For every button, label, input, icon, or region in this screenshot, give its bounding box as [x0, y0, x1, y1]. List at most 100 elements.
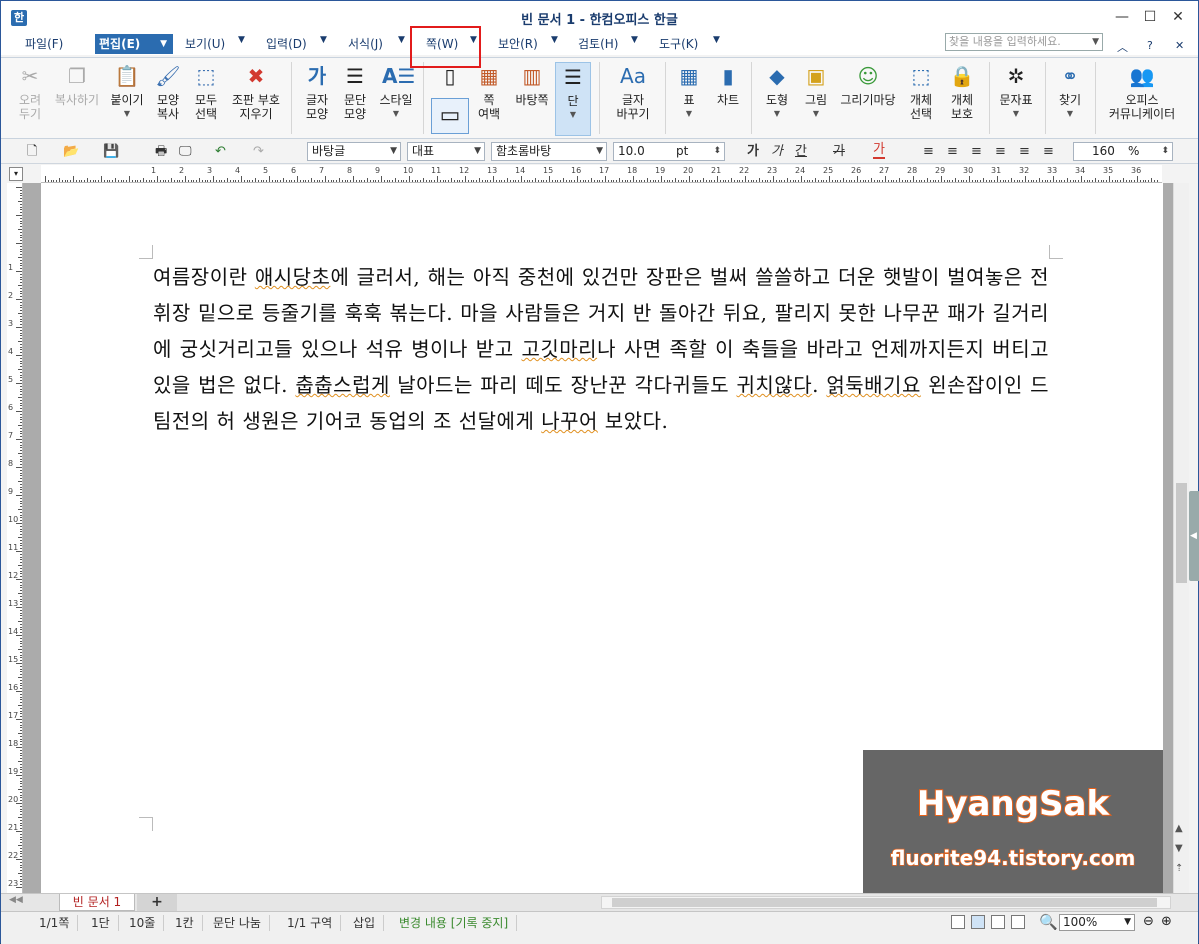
ruler-tick: [840, 180, 842, 182]
paste-button[interactable]: 📋 붙이기 ▼: [107, 62, 147, 121]
ruler-tick: [207, 180, 209, 182]
italic-button[interactable]: 가: [771, 143, 783, 161]
strike-button[interactable]: 가: [833, 143, 845, 161]
align-center-icon[interactable]: ≡: [971, 143, 982, 161]
chevron-down-icon[interactable]: ▼: [631, 35, 638, 45]
draw-mart-button[interactable]: ☺ 그리기마당: [837, 62, 899, 107]
ruler-tick: [190, 180, 192, 182]
view-mode-icon[interactable]: [951, 915, 965, 929]
scrollbar-thumb[interactable]: [1176, 483, 1187, 583]
font-size-input[interactable]: 10.0 pt ⬍: [613, 142, 725, 161]
ruler-corner-button[interactable]: ▾: [9, 167, 23, 181]
scroll-up-icon[interactable]: ▲: [1175, 823, 1183, 834]
find-button[interactable]: ⚭ 찾기 ▼: [1053, 62, 1087, 121]
collapse-ribbon-icon[interactable]: ︿: [1117, 39, 1128, 55]
status-track-changes[interactable]: 변경 내용 [기록 중지]: [391, 915, 518, 931]
chevron-down-icon[interactable]: ▼: [1092, 34, 1099, 50]
stepper-icon[interactable]: ⬍: [713, 143, 721, 160]
chevron-down-icon[interactable]: ▼: [238, 35, 245, 45]
minimize-button[interactable]: —: [1111, 7, 1133, 27]
print-icon[interactable]: 🖶: [155, 143, 167, 161]
scroll-down-icon[interactable]: ▼: [1175, 843, 1183, 854]
menu-view[interactable]: 보기(U): [181, 34, 229, 54]
horizontal-scrollbar[interactable]: [601, 896, 1171, 909]
clear-codes-button[interactable]: ✖ 조판 부호 지우기: [227, 62, 285, 121]
master-page-button[interactable]: ▥ 바탕쪽: [511, 62, 553, 107]
page-up-icon[interactable]: ⇡: [1175, 863, 1183, 874]
picture-button[interactable]: ▣ 그림 ▼: [799, 62, 833, 121]
chevron-left-icon[interactable]: ◀: [1190, 531, 1197, 541]
bold-button[interactable]: 가: [747, 143, 759, 161]
align-right-icon[interactable]: ≡: [995, 143, 1006, 161]
language-select[interactable]: 대표 ▼: [407, 142, 485, 161]
menu-file[interactable]: 파일(F): [21, 34, 67, 54]
zoom-select[interactable]: 100% ▼: [1059, 914, 1135, 931]
page-margin-button[interactable]: ▦ 쪽 여백: [471, 62, 507, 121]
redo-icon[interactable]: ↷: [253, 143, 264, 161]
table-button[interactable]: ▦ 표 ▼: [673, 62, 705, 121]
menu-review[interactable]: 검토(H): [574, 34, 622, 54]
menu-format[interactable]: 서식(J): [344, 34, 387, 54]
tab-scroll-left-icon[interactable]: ◀◀: [9, 895, 23, 905]
status-insert-mode[interactable]: 삽입: [345, 915, 385, 931]
page-orientation-button[interactable]: ▭: [431, 98, 469, 134]
close-doc-icon[interactable]: ✕: [1175, 39, 1184, 52]
scrollbar-thumb[interactable]: [612, 898, 1157, 907]
font-select[interactable]: 함초롬바탕 ▼: [491, 142, 607, 161]
close-button[interactable]: ✕: [1167, 7, 1189, 27]
office-communicator-button[interactable]: 👥 오피스 커뮤니케이터: [1103, 62, 1181, 121]
web-view-icon[interactable]: [1011, 915, 1025, 929]
search-input[interactable]: 찾을 내용을 입력하세요. ▼: [945, 33, 1103, 51]
align-left-icon[interactable]: ≡: [947, 143, 958, 161]
column-button[interactable]: ☰ 단 ▼: [555, 62, 591, 136]
save-icon[interactable]: 💾: [103, 143, 119, 161]
zoom-in-icon[interactable]: ⊕: [1161, 914, 1172, 929]
vertical-ruler[interactable]: 1 2 3 4 5 6 7 8 9 10 11 12 13 14 15 16 17 18 19 20 21 22 23: [7, 183, 23, 893]
underline-button[interactable]: 간: [795, 143, 807, 161]
add-tab-button[interactable]: +: [137, 894, 177, 911]
cut-button[interactable]: ✂ 오려 두기: [13, 62, 47, 121]
chevron-down-icon[interactable]: ▼: [398, 35, 405, 45]
replace-char-button[interactable]: Aа 글자 바꾸기: [609, 62, 657, 121]
align-justify-icon[interactable]: ≡: [923, 143, 934, 161]
style-button[interactable]: A☰ 스타일 ▼: [375, 62, 417, 121]
draft-view-icon[interactable]: [991, 915, 1005, 929]
style-select[interactable]: 바탕글 ▼: [307, 142, 401, 161]
symbols-button[interactable]: ✲ 문자표 ▼: [995, 62, 1037, 121]
help-icon[interactable]: ?: [1147, 39, 1153, 52]
select-all-button[interactable]: ⬚ 모두 선택: [189, 62, 223, 121]
print-preview-icon[interactable]: 🖵: [179, 143, 192, 161]
chevron-down-icon[interactable]: ▼: [320, 35, 327, 45]
object-protect-button[interactable]: 🔒 개체 보호: [943, 62, 981, 121]
new-doc-icon[interactable]: 🗋: [27, 143, 37, 161]
chart-button[interactable]: ▮ 차트: [711, 62, 745, 107]
maximize-button[interactable]: ☐: [1139, 7, 1161, 27]
document-body-text[interactable]: 여름장이란 애시당초에 글러서, 해는 아직 중천에 있건만 장판은 벌써 쓸쓸…: [153, 259, 1049, 439]
open-folder-icon[interactable]: 📂: [63, 143, 79, 161]
char-shape-button[interactable]: 가 글자 모양: [299, 62, 335, 121]
horizontal-ruler[interactable]: 1 2 3 4 5 6 7 8 9 10 11 12 13 14 15 16 17 18 19 20 21 22 23 24 2…: [41, 165, 1162, 183]
menu-tools[interactable]: 도구(K): [655, 34, 702, 54]
zoom-out-icon[interactable]: ⊖: [1143, 914, 1154, 929]
chevron-down-icon[interactable]: ▼: [713, 35, 720, 45]
align-distribute-icon[interactable]: ≡: [1019, 143, 1030, 161]
undo-icon[interactable]: ↶: [215, 143, 226, 161]
menu-input[interactable]: 입력(D): [262, 34, 311, 54]
format-copy-button[interactable]: 🖌 모양 복사: [151, 62, 185, 121]
align-divide-icon[interactable]: ≡: [1043, 143, 1054, 161]
copy-button[interactable]: ❐ 복사하기: [51, 62, 103, 107]
stepper-icon[interactable]: ⬍: [1161, 143, 1169, 160]
zoom-icon[interactable]: 🔍: [1039, 913, 1058, 931]
line-spacing-input[interactable]: 160% ⬍: [1073, 142, 1173, 161]
menu-edit[interactable]: 편집(E) ▼: [95, 34, 173, 54]
document-tab[interactable]: 빈 문서 1: [59, 894, 135, 911]
font-color-button[interactable]: 가: [873, 143, 885, 159]
shape-button[interactable]: ◆ 도형 ▼: [759, 62, 795, 121]
menu-security[interactable]: 보안(R): [494, 34, 542, 54]
vertical-scrollbar[interactable]: [1173, 183, 1189, 893]
chevron-down-icon[interactable]: ▼: [551, 35, 558, 45]
para-shape-button[interactable]: ☰ 문단 모양: [337, 62, 373, 121]
ruler-tick: [1151, 178, 1152, 182]
object-select-button[interactable]: ⬚ 개체 선택: [903, 62, 939, 121]
page-view-icon[interactable]: [971, 915, 985, 929]
